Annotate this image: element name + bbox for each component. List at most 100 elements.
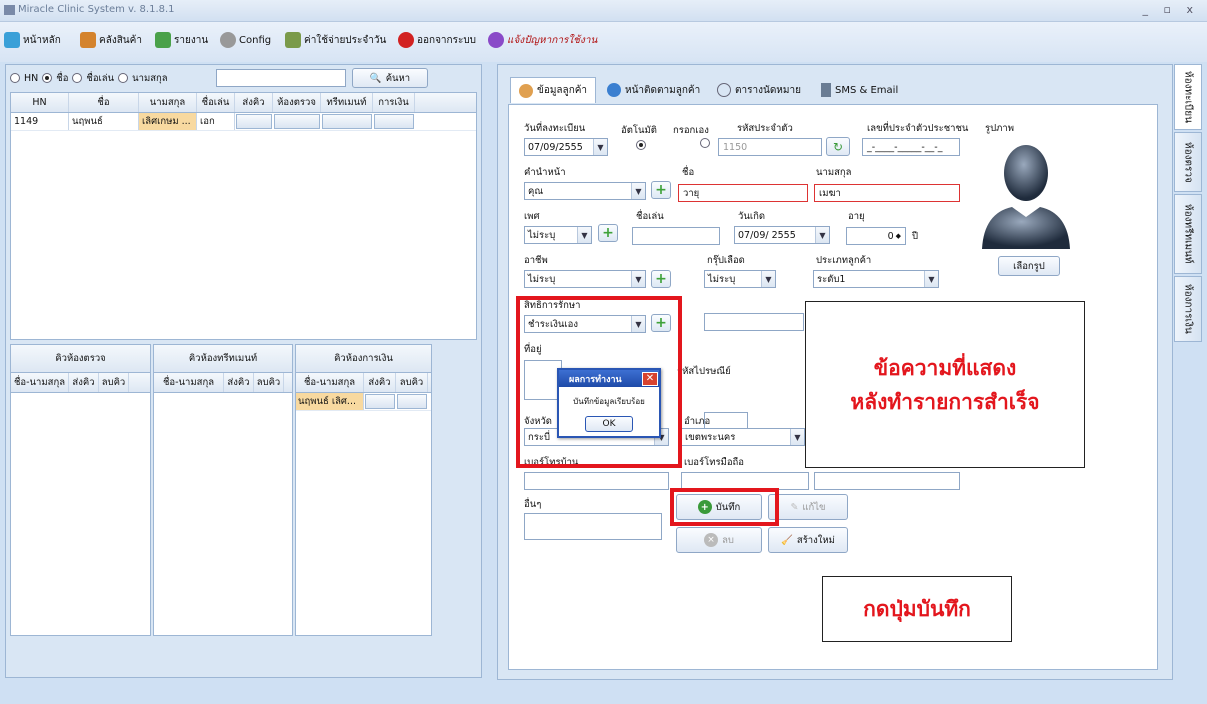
dialog-title: ผลการทำงาน [569,374,622,385]
delete-button[interactable]: × ลบ [676,527,762,553]
cell-hn: 1149 [11,113,69,130]
col-nickname[interactable]: ชื่อเล่น [197,93,235,112]
vtab-registration[interactable]: ห้องทะเบียน [1174,64,1202,130]
treatment-queue-title: คิวห้องทรีทเมนท์ [154,345,292,373]
menu-report-issue-label: แจ้งปัญหาการใช้งาน [507,34,598,46]
col-treatment[interactable]: ทรีทเมนท์ [321,93,373,112]
add-sex-button[interactable]: + [598,224,618,242]
refresh-code-button[interactable]: ↻ [826,137,850,156]
dialog-titlebar: ผลการทำงาน ✕ [559,370,659,387]
close-icon[interactable]: ✕ [642,371,658,386]
add-prefix-button[interactable]: + [651,181,671,199]
col-exam-room[interactable]: ห้องตรวจ [273,93,321,112]
idcard-label: เลขที่ประจำตัวประชาชน [867,123,969,134]
menu-logout[interactable]: ออกจากระบบ [398,32,476,48]
treatment-button[interactable] [322,114,372,129]
queue-send-button[interactable] [365,394,395,409]
search-input[interactable] [216,69,346,87]
finance-queue: คิวห้องการเงิน ชื่อ-นามสกุล ส่งคิว ลบคิว น… [295,344,432,636]
other-input[interactable] [524,513,662,540]
job-value: ไม่ระบุ [528,273,556,285]
radio-name[interactable] [42,73,53,83]
radio-nickname[interactable] [72,73,83,83]
col-finance[interactable]: การเงิน [373,93,415,112]
sex-select[interactable]: ไม่ระบุ ▼ [524,226,592,244]
send-queue-button[interactable] [236,114,272,129]
list-item[interactable]: นฤพนธ์ เลิศ... [296,393,431,411]
customer-type-select[interactable]: ระดับ1 ▼ [813,270,939,288]
window-controls[interactable]: _ ▫ x [1143,3,1199,16]
idcard-input[interactable]: _-____-_____-__-_ [862,138,960,156]
edit-button[interactable]: ✎ แก้ไข [768,494,848,520]
allergy-input[interactable] [704,313,804,331]
radio-hn[interactable] [10,73,20,83]
reg-date-value: 07/09/2555 [528,141,583,153]
reg-date-picker[interactable]: 07/09/2555 ▼ [524,138,608,156]
age-value: 0 [887,230,894,242]
tab-customer-info-label: ข้อมูลลูกค้า [537,85,588,96]
tab-appointments-label: ตารางนัดหมาย [735,84,801,96]
vtab-exam[interactable]: ห้องตรวจ [1174,132,1202,192]
auto-label: อัตโนมัติ [621,125,657,136]
surname-input[interactable]: เมฆา [814,184,960,202]
tab-follow-up[interactable]: หน้าติดตามลูกค้า [598,77,709,103]
table-row[interactable]: 1149 นฤพนธ์ เลิศเกษม ... เอก [11,113,476,131]
save-annotation: กดปุ่มบันทึก [822,576,1012,642]
phone-icon [821,83,831,97]
prefix-value: คุณ [528,185,544,197]
birth-date-picker[interactable]: 07/09/ 2555 ▼ [734,226,830,244]
col-name[interactable]: ชื่อ [69,93,139,112]
name-input[interactable]: วายุ [678,184,808,202]
menu-inventory[interactable]: คลังสินค้า [80,32,142,48]
tab-sms-email[interactable]: SMS & Email [812,77,907,103]
menu-report-issue[interactable]: แจ้งปัญหาการใช้งาน [488,32,597,48]
treatment-queue: คิวห้องทรีทเมนท์ ชื่อ-นามสกุล ส่งคิว ลบคิว [153,344,293,636]
window-title: Miracle Clinic System v. 8.1.8.1 [18,4,175,15]
district-value: เขตพระนคร [685,431,736,443]
menu-expense[interactable]: ค่าใช้จ่ายประจำวัน [285,32,386,48]
menu-config[interactable]: Config [220,32,271,48]
report-icon [155,32,171,48]
job-select[interactable]: ไม่ระบุ ▼ [524,270,646,288]
dialog-ok-button[interactable]: OK [585,416,633,432]
district-select[interactable]: เขตพระนคร ▼ [681,428,805,446]
vtab-treatment[interactable]: ห้องทรีทเมนท์ [1174,194,1202,274]
prefix-select[interactable]: คุณ ▼ [524,182,646,200]
col-send-queue[interactable]: ส่งคิว [235,93,273,112]
menu-config-label: Config [239,34,272,46]
blood-select[interactable]: ไม่ระบุ ▼ [704,270,776,288]
code-input[interactable]: 1150 [718,138,822,156]
finance-queue-col-remove: ลบคิว [396,373,428,392]
col-surname[interactable]: นามสกุล [139,93,197,112]
menu-home[interactable]: หน้าหลัก [4,32,61,48]
menu-report[interactable]: รายงาน [155,32,208,48]
surname-label: นามสกุล [816,167,852,178]
tab-appointments[interactable]: ตารางนัดหมาย [708,77,810,103]
age-stepper[interactable]: 0 ◆ [846,227,906,245]
patient-table: HN ชื่อ นามสกุล ชื่อเล่น ส่งคิว ห้องตรวจ… [10,92,477,340]
radio-surname[interactable] [118,73,129,83]
new-button[interactable]: 🧹 สร้างใหม่ [768,527,848,553]
clock-icon [717,83,731,97]
exam-room-button[interactable] [274,114,320,129]
phone-input[interactable] [524,472,669,490]
expense-icon [285,32,301,48]
search-button[interactable]: 🔍 ค้นหา [352,68,428,88]
email-field[interactable] [814,472,960,490]
tab-customer-info[interactable]: ข้อมูลลูกค้า [510,77,597,103]
radio-auto[interactable] [636,140,646,150]
chevron-down-icon: ▼ [631,271,645,287]
choose-photo-button[interactable]: เลือกรูป [998,256,1060,276]
col-hn[interactable]: HN [11,93,69,112]
nickname-input[interactable] [632,227,720,245]
add-job-button[interactable]: + [651,270,671,288]
cell-nickname: เอก [197,113,235,130]
menu-expense-label: ค่าใช้จ่ายประจำวัน [304,34,387,46]
queue-remove-button[interactable] [397,394,427,409]
finance-button[interactable] [374,114,414,129]
radio-surname-label: นามสกุล [132,72,168,84]
vtab-registration-label: ห้องทะเบียน [1182,71,1194,123]
vtab-finance[interactable]: ห้องการเงิน [1174,276,1202,342]
menu-home-label: หน้าหลัก [23,34,61,46]
photo-label: รูปภาพ [985,123,1014,134]
